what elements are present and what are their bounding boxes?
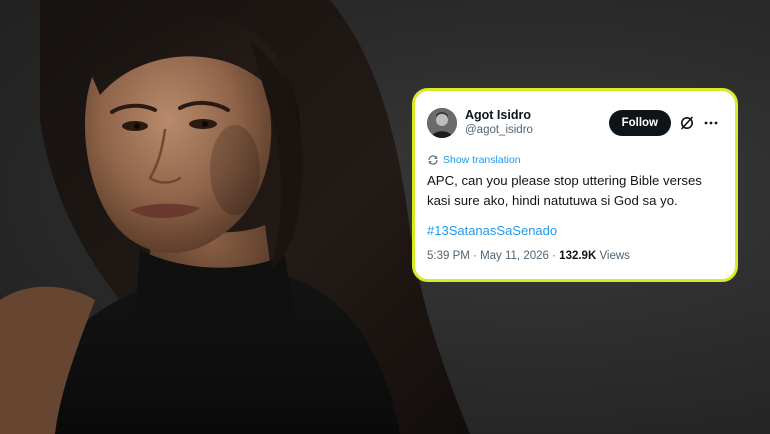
author-names: Agot Isidro @agot_isidro bbox=[465, 108, 609, 138]
author-handle[interactable]: @agot_isidro bbox=[465, 123, 609, 138]
avatar-image bbox=[427, 108, 457, 138]
tweet-text: APC, can you please stop uttering Bible … bbox=[427, 171, 721, 211]
show-translation-label: Show translation bbox=[443, 154, 521, 166]
views-count: 132.9K bbox=[559, 250, 597, 262]
tweet-date[interactable]: May 11, 2026 bbox=[480, 250, 549, 262]
tweet-text-line-1: APC, can you please stop uttering Bible … bbox=[427, 173, 702, 188]
more-dots-icon[interactable] bbox=[701, 113, 721, 133]
page-canvas: Agot Isidro @agot_isidro Follow Show tra… bbox=[0, 0, 770, 434]
hashtag-link[interactable]: #13SatanasSaSenado bbox=[427, 223, 721, 238]
tweet-text-line-2: kasi sure ako, hindi natutuwa si God sa … bbox=[427, 193, 678, 208]
translate-icon bbox=[427, 154, 439, 166]
views-label: Views bbox=[599, 250, 630, 262]
follow-button[interactable]: Follow bbox=[608, 110, 671, 136]
slash-circle-icon[interactable] bbox=[677, 113, 697, 133]
background-portrait bbox=[0, 0, 470, 434]
author-display-name[interactable]: Agot Isidro bbox=[465, 108, 609, 123]
tweet-meta: 5:39 PM · May 11, 2026 · 132.9K Views bbox=[427, 250, 721, 262]
tweet-header: Agot Isidro @agot_isidro Follow bbox=[427, 103, 721, 143]
meta-separator: · bbox=[552, 250, 556, 262]
avatar[interactable] bbox=[427, 108, 457, 138]
tweet-time[interactable]: 5:39 PM bbox=[427, 250, 470, 262]
show-translation-link[interactable]: Show translation bbox=[427, 153, 721, 167]
tweet-card: Agot Isidro @agot_isidro Follow Show tra… bbox=[412, 88, 738, 282]
meta-separator: · bbox=[473, 250, 477, 262]
